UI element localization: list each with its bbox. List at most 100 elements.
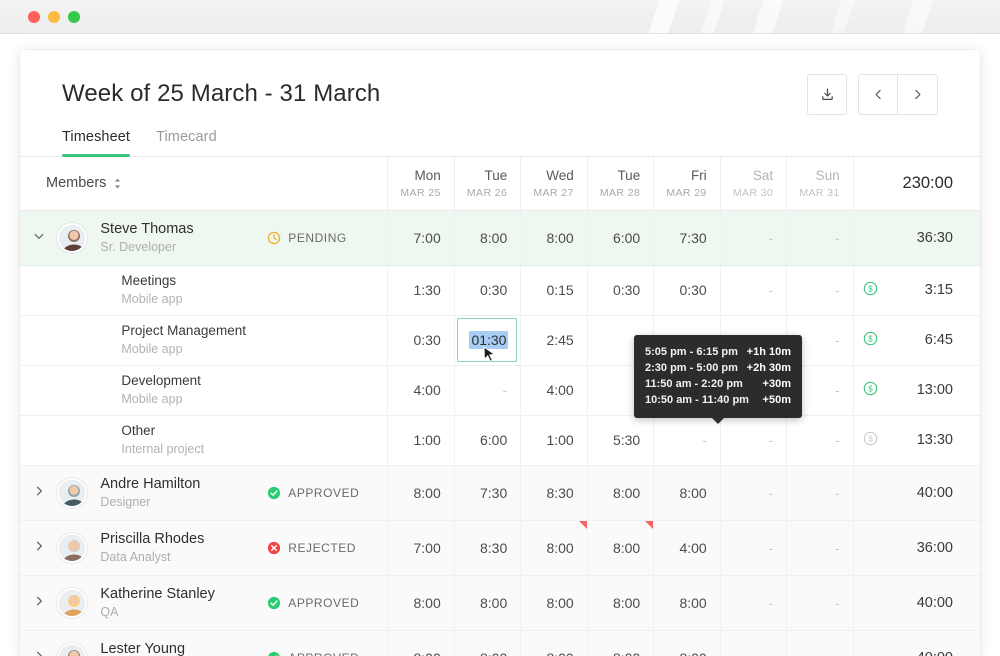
day-hours-value: 8:00 <box>480 650 507 656</box>
previous-week-button[interactable] <box>858 74 898 115</box>
day-hours-value: 5:30 <box>613 432 640 448</box>
close-window-button[interactable] <box>28 11 40 23</box>
day-cell[interactable]: 8:00 <box>587 520 653 575</box>
day-cell[interactable]: 1:00 <box>388 415 454 465</box>
day-cell[interactable]: - <box>787 575 853 630</box>
expand-toggle[interactable] <box>20 520 57 575</box>
day-cell[interactable]: 6:00 <box>454 415 520 465</box>
member-info-cell[interactable]: Andre HamiltonDesignerAPPROVED <box>57 465 387 520</box>
day-cell[interactable]: 8:00 <box>388 575 454 630</box>
day-hours-value: 8:00 <box>414 595 441 611</box>
day-cell[interactable]: 7:30 <box>454 465 520 520</box>
day-cell[interactable]: 8:00 <box>388 630 454 656</box>
day-cell[interactable]: - <box>720 210 786 265</box>
day-header-wed[interactable]: Wed MAR 27 <box>521 157 587 210</box>
day-cell[interactable]: 8:00 <box>587 630 653 656</box>
day-cell[interactable]: 8:00 <box>521 210 587 265</box>
day-cell[interactable]: 8:00 <box>521 575 587 630</box>
day-cell[interactable]: - <box>720 265 786 315</box>
day-cell[interactable]: 8:00 <box>454 575 520 630</box>
traffic-light-buttons[interactable] <box>28 11 80 23</box>
tab-timesheet[interactable]: Timesheet <box>62 129 130 156</box>
day-header-tue-26[interactable]: Tue MAR 26 <box>454 157 520 210</box>
day-cell[interactable]: 5:30 <box>587 415 653 465</box>
maximize-window-button[interactable] <box>68 11 80 23</box>
day-cell[interactable]: - <box>787 265 853 315</box>
day-cell[interactable]: 0:30 <box>654 265 720 315</box>
day-cell[interactable]: - <box>720 575 786 630</box>
member-info-cell[interactable]: Katherine StanleyQAAPPROVED <box>57 575 387 630</box>
task-row[interactable]: MeetingsMobile app1:300:300:150:300:30--… <box>20 265 980 315</box>
day-cell[interactable]: 4:00 <box>654 520 720 575</box>
expand-toggle[interactable] <box>20 465 57 520</box>
members-sort-control[interactable]: Members <box>46 175 122 191</box>
member-info-cell[interactable]: Lester YoungDesignerAPPROVED <box>57 630 387 656</box>
day-cell[interactable]: 01:30 <box>454 315 520 365</box>
day-cell[interactable]: 0:30 <box>454 265 520 315</box>
expand-toggle[interactable] <box>20 210 57 265</box>
day-cell[interactable]: - <box>787 465 853 520</box>
billable-dollar-icon: $ <box>863 331 878 346</box>
day-cell[interactable]: - <box>787 520 853 575</box>
day-cell[interactable]: 0:30 <box>587 265 653 315</box>
day-cell[interactable]: - <box>787 210 853 265</box>
day-cell[interactable]: 7:00 <box>388 520 454 575</box>
day-cell[interactable]: 4:00 <box>521 365 587 415</box>
day-cell[interactable]: - <box>720 630 786 656</box>
member-row[interactable]: Katherine StanleyQAAPPROVED8:008:008:008… <box>20 575 980 630</box>
day-cell[interactable]: 4:00 <box>388 365 454 415</box>
day-cell[interactable]: 1:00 <box>521 415 587 465</box>
day-cell[interactable]: - <box>720 465 786 520</box>
expand-toggle[interactable] <box>20 630 57 656</box>
member-row[interactable]: Andre HamiltonDesignerAPPROVED8:007:308:… <box>20 465 980 520</box>
member-row[interactable]: Steve ThomasSr. DeveloperPENDING7:008:00… <box>20 210 980 265</box>
member-row[interactable]: Lester YoungDesignerAPPROVED8:008:008:00… <box>20 630 980 656</box>
day-cell[interactable]: 8:00 <box>454 210 520 265</box>
billable-cell[interactable]: $ <box>853 365 887 415</box>
day-cell[interactable]: 2:45 <box>521 315 587 365</box>
day-cell[interactable]: - <box>787 630 853 656</box>
day-cell[interactable]: 0:15 <box>521 265 587 315</box>
day-cell[interactable]: 8:00 <box>654 575 720 630</box>
minimize-window-button[interactable] <box>48 11 60 23</box>
billable-cell[interactable]: $ <box>853 315 887 365</box>
day-cell[interactable]: 0:30 <box>388 315 454 365</box>
day-cell[interactable]: - <box>720 415 786 465</box>
day-cell[interactable]: 8:30 <box>454 520 520 575</box>
day-header-tue-28[interactable]: Tue MAR 28 <box>587 157 653 210</box>
expand-toggle[interactable] <box>20 575 57 630</box>
next-week-button[interactable] <box>898 74 938 115</box>
day-header-sat[interactable]: Sat MAR 30 <box>720 157 786 210</box>
day-cell[interactable]: 8:00 <box>654 630 720 656</box>
task-row[interactable]: DevelopmentMobile app4:00-4:00-5:00--$13… <box>20 365 980 415</box>
day-cell[interactable]: 1:30 <box>388 265 454 315</box>
day-cell[interactable]: 8:00 <box>454 630 520 656</box>
day-cell[interactable]: - <box>787 415 853 465</box>
task-row[interactable]: Project ManagementMobile app0:3001:302:4… <box>20 315 980 365</box>
member-info-cell[interactable]: Priscilla RhodesData AnalystREJECTED <box>57 520 387 575</box>
day-header-fri[interactable]: Fri MAR 29 <box>654 157 720 210</box>
day-cell[interactable]: 8:30 <box>521 465 587 520</box>
day-cell[interactable]: 6:00 <box>587 210 653 265</box>
day-cell[interactable]: 8:00 <box>587 465 653 520</box>
day-cell[interactable]: 8:00 <box>388 465 454 520</box>
day-cell[interactable]: - <box>454 365 520 415</box>
day-header-sun[interactable]: Sun MAR 31 <box>787 157 853 210</box>
day-cell[interactable]: - <box>720 520 786 575</box>
billable-cell[interactable]: $ <box>853 265 887 315</box>
day-cell[interactable]: 7:30 <box>654 210 720 265</box>
day-cell[interactable]: - <box>654 415 720 465</box>
member-info-cell[interactable]: Steve ThomasSr. DeveloperPENDING <box>57 210 387 265</box>
day-cell[interactable]: 8:00 <box>587 575 653 630</box>
day-header-mon[interactable]: Mon MAR 25 <box>388 157 454 210</box>
day-cell[interactable]: 7:00 <box>388 210 454 265</box>
tab-timecard[interactable]: Timecard <box>156 129 217 156</box>
task-row[interactable]: OtherInternal project1:006:001:005:30---… <box>20 415 980 465</box>
billable-cell[interactable]: $ <box>853 415 887 465</box>
day-cell[interactable]: 8:00 <box>521 630 587 656</box>
day-cell[interactable]: 8:00 <box>654 465 720 520</box>
chevron-left-icon <box>872 88 885 101</box>
day-cell[interactable]: 8:00 <box>521 520 587 575</box>
download-button[interactable] <box>807 74 847 115</box>
member-row[interactable]: Priscilla RhodesData AnalystREJECTED7:00… <box>20 520 980 575</box>
